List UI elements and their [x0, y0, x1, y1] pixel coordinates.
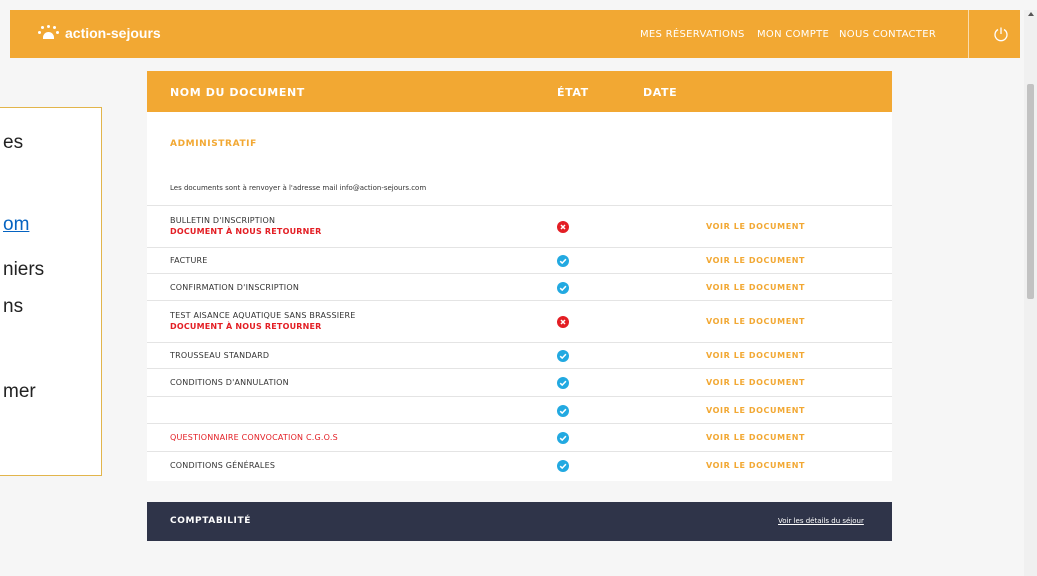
view-document-link[interactable]: VOIR LE DOCUMENT [706, 461, 805, 470]
callout-box: es om niers ns mer [0, 107, 102, 476]
document-name: BULLETIN D'INSCRIPTION [170, 216, 276, 225]
document-name: CONDITIONS D'ANNULATION [170, 378, 289, 387]
brand-logo[interactable]: action-sejours [36, 25, 161, 41]
view-document-link[interactable]: VOIR LE DOCUMENT [706, 378, 805, 387]
view-document-link[interactable]: VOIR LE DOCUMENT [706, 222, 805, 231]
view-document-link[interactable]: VOIR LE DOCUMENT [706, 406, 805, 415]
nav-nous-contacter[interactable]: NOUS CONTACTER [839, 10, 936, 58]
view-document-link[interactable]: VOIR LE DOCUMENT [706, 317, 805, 326]
power-icon[interactable] [993, 26, 1009, 42]
document-row: CONDITIONS GÉNÉRALES VOIR LE DOCUMENT [147, 451, 892, 479]
document-row: VOIR LE DOCUMENT [147, 396, 892, 423]
column-header-name: NOM DU DOCUMENT [170, 86, 305, 99]
document-row: CONFIRMATION D'INSCRIPTION VOIR LE DOCUME… [147, 273, 892, 300]
nav-divider [968, 10, 969, 58]
return-note: Les documents sont à renvoyer à l'adress… [170, 184, 427, 192]
callout-line: niers [3, 259, 45, 280]
callout-line: ns [3, 296, 24, 317]
document-row: QUESTIONNAIRE CONVOCATION C.G.O.S VOIR LE… [147, 423, 892, 451]
cross-icon [557, 316, 569, 328]
check-icon [557, 350, 569, 362]
view-document-link[interactable]: VOIR LE DOCUMENT [706, 351, 805, 360]
view-document-link[interactable]: VOIR LE DOCUMENT [706, 283, 805, 292]
check-icon [557, 460, 569, 472]
check-icon [557, 377, 569, 389]
comptabilite-bar: COMPTABILITÉ Voir les détails du séjour [147, 502, 892, 541]
nav-mon-compte[interactable]: MON COMPTE [757, 10, 829, 58]
document-name: CONDITIONS GÉNÉRALES [170, 461, 276, 470]
document-row: FACTURE VOIR LE DOCUMENT [147, 247, 892, 273]
callout-line: es [3, 132, 24, 153]
document-name: TROUSSEAU STANDARD [170, 351, 270, 360]
top-bar: action-sejours MES RÉSERVATIONS MON COMP… [10, 10, 1020, 58]
document-name: FACTURE [170, 256, 208, 265]
scroll-up-arrow-icon[interactable] [1028, 12, 1034, 16]
callout-line: mer [3, 381, 36, 402]
document-row: BULLETIN D'INSCRIPTION DOCUMENT À NOUS RE… [147, 205, 892, 247]
section-title: ADMINISTRATIF [170, 139, 257, 149]
callout-link[interactable]: om [3, 214, 29, 236]
view-stay-details-link[interactable]: Voir les détails du séjour [778, 517, 864, 525]
document-return-required: DOCUMENT À NOUS RETOURNER [170, 322, 322, 331]
scroll-thumb[interactable] [1027, 84, 1034, 299]
check-icon [557, 255, 569, 267]
document-name: QUESTIONNAIRE CONVOCATION C.G.O.S [170, 433, 338, 442]
table-header: NOM DU DOCUMENT ÉTAT DATE [147, 71, 892, 112]
column-header-state: ÉTAT [557, 86, 589, 99]
document-name: TEST AISANCE AQUATIQUE SANS BRASSIERE [170, 311, 356, 320]
document-row: TEST AISANCE AQUATIQUE SANS BRASSIERE DOC… [147, 300, 892, 342]
sun-logo-icon [36, 25, 60, 41]
document-return-required: DOCUMENT À NOUS RETOURNER [170, 227, 322, 236]
document-row: TROUSSEAU STANDARD VOIR LE DOCUMENT [147, 342, 892, 368]
brand-name: action-sejours [65, 25, 161, 41]
column-header-date: DATE [643, 86, 678, 99]
nav-mes-reservations[interactable]: MES RÉSERVATIONS [640, 10, 745, 58]
scrollbar[interactable] [1024, 10, 1037, 576]
document-row: CONDITIONS D'ANNULATION VOIR LE DOCUMENT [147, 368, 892, 396]
check-icon [557, 282, 569, 294]
document-name: CONFIRMATION D'INSCRIPTION [170, 283, 300, 292]
check-icon [557, 432, 569, 444]
documents-panel: NOM DU DOCUMENT ÉTAT DATE ADMINISTRATIF … [147, 71, 892, 481]
cross-icon [557, 221, 569, 233]
comptabilite-title: COMPTABILITÉ [170, 516, 251, 526]
view-document-link[interactable]: VOIR LE DOCUMENT [706, 433, 805, 442]
view-document-link[interactable]: VOIR LE DOCUMENT [706, 256, 805, 265]
check-icon [557, 405, 569, 417]
